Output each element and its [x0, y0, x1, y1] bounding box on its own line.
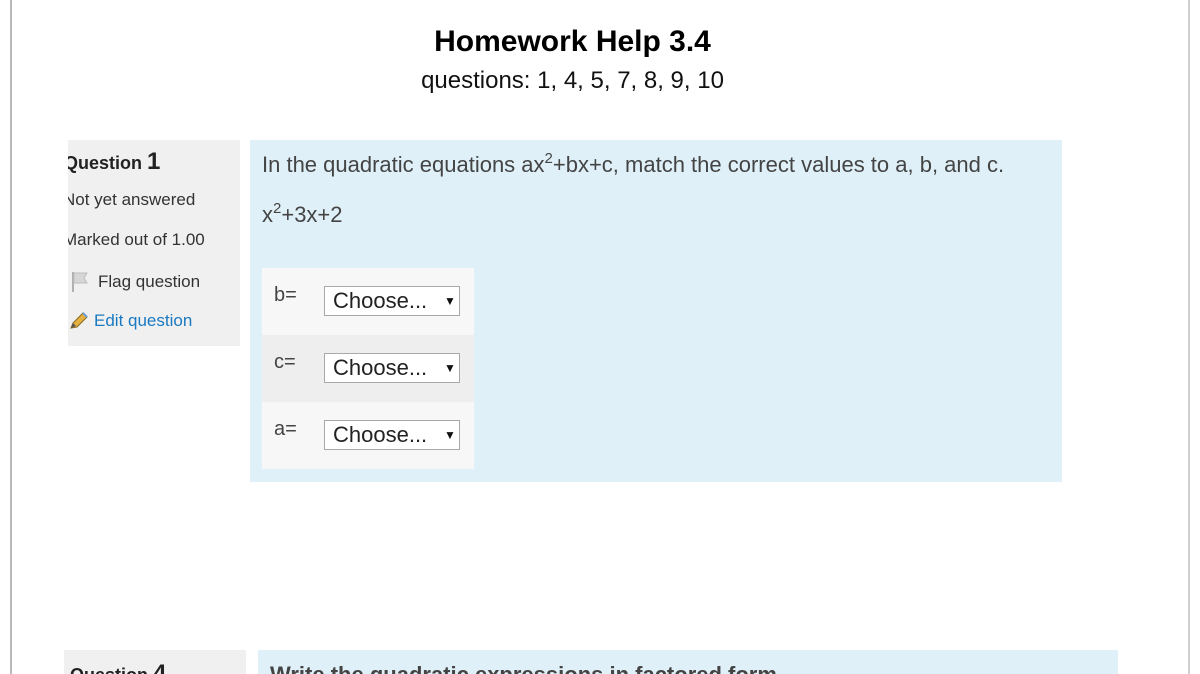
- page-title: Homework Help 3.4: [434, 25, 711, 58]
- match-label: b=: [274, 284, 297, 306]
- question-number: 1: [147, 148, 161, 175]
- select-value: Choose...: [333, 422, 428, 447]
- match-select-b[interactable]: Choose... ▼: [324, 286, 460, 316]
- match-label: c=: [274, 351, 296, 373]
- quiz-page: Homework Help 3.4 questions: 1, 4, 5, 7,…: [0, 0, 1200, 674]
- question-number: 4: [153, 660, 167, 674]
- page-subtitle: questions: 1, 4, 5, 7, 8, 9, 10: [421, 67, 724, 94]
- question-1-info: Question 1 Not yet answered Marked out o…: [68, 140, 240, 346]
- match-select-c[interactable]: Choose... ▼: [324, 353, 460, 383]
- question-title-prefix: Question: [70, 665, 148, 674]
- question-1-title: Question 1: [68, 148, 160, 176]
- question-text: In the quadratic equations ax2+bx+c, mat…: [262, 150, 1005, 178]
- select-value: Choose...: [333, 355, 428, 380]
- question-4-content: Write the quadratic expressions in facto…: [258, 650, 1118, 674]
- chevron-down-icon: ▼: [444, 428, 456, 442]
- flag-question-label: Flag question: [98, 272, 201, 291]
- question-text: Write the quadratic expressions in facto…: [270, 662, 783, 674]
- question-state: Not yet answered: [68, 190, 196, 209]
- match-row-c: c= Choose... ▼: [262, 335, 474, 402]
- match-label: a=: [274, 418, 297, 440]
- question-grade: Marked out of 1.00: [68, 230, 205, 249]
- chevron-down-icon: ▼: [444, 294, 456, 308]
- right-border: [1188, 0, 1190, 674]
- edit-question-label: Edit question: [94, 311, 193, 330]
- match-answer-table: b= Choose... ▼ c= Choose... ▼ a= Choose.…: [262, 268, 474, 469]
- left-border: [10, 0, 12, 674]
- match-row-b: b= Choose... ▼: [262, 268, 474, 335]
- question-title-prefix: Question: [68, 153, 143, 173]
- quiz-header: Homework Help 3.4 questions: 1, 4, 5, 7,…: [0, 22, 1145, 98]
- question-text-part2: +bx+c, match the correct values to a, b,…: [552, 152, 1005, 177]
- question-4-title: Question 4: [70, 660, 166, 674]
- match-row-a: a= Choose... ▼: [262, 402, 474, 469]
- chevron-down-icon: ▼: [444, 361, 456, 375]
- expression-part1: x: [262, 202, 273, 227]
- select-value: Choose...: [333, 288, 428, 313]
- question-text-part1: In the quadratic equations ax: [262, 152, 545, 177]
- match-select-a[interactable]: Choose... ▼: [324, 420, 460, 450]
- question-expression: x2+3x+2: [262, 201, 343, 228]
- question-text-sup: 2: [544, 150, 553, 167]
- question-4-info: Question 4: [64, 650, 246, 674]
- edit-question-link[interactable]: Edit question: [68, 308, 192, 334]
- flag-icon: [70, 271, 90, 293]
- question-1-content: In the quadratic equations ax2+bx+c, mat…: [250, 140, 1062, 482]
- flag-question-button[interactable]: Flag question: [70, 268, 200, 296]
- expression-part2: +3x+2: [281, 202, 343, 227]
- pencil-icon: [68, 311, 90, 331]
